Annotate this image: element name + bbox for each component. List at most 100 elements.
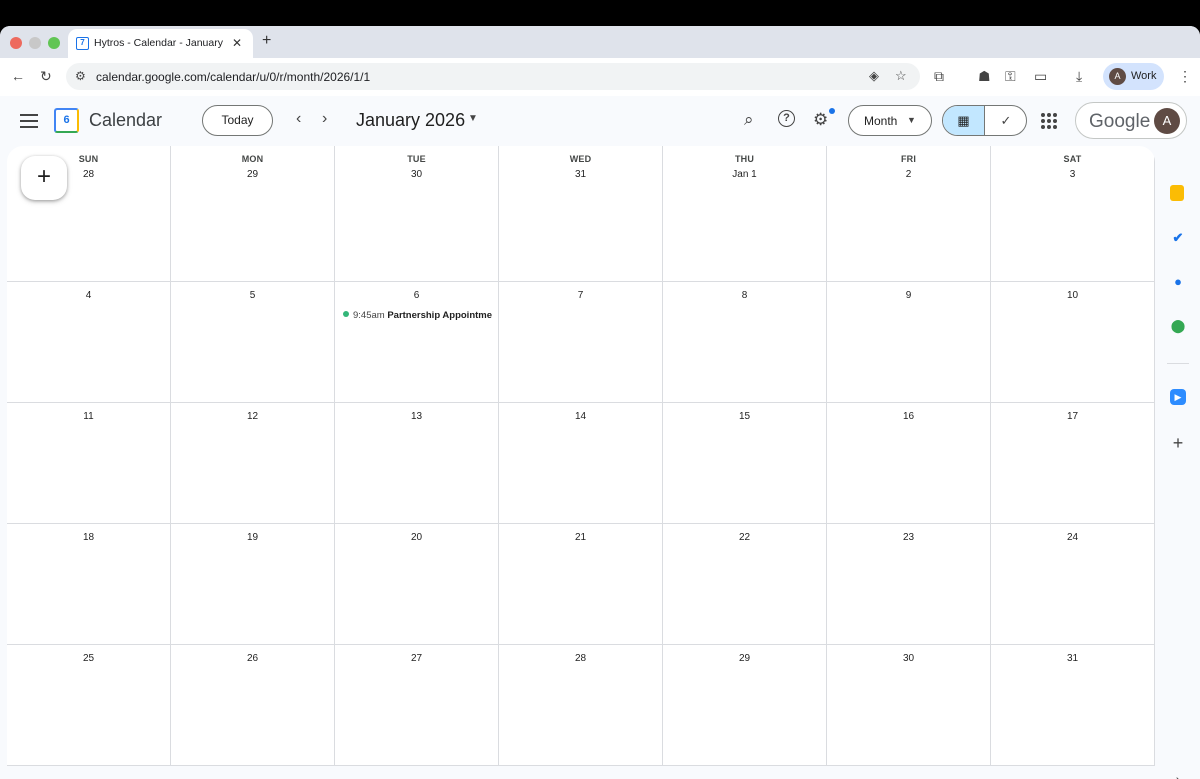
get-addons-icon[interactable]: + [1170, 433, 1186, 453]
site-info-icon[interactable]: ⚙ [75, 69, 86, 83]
day-number[interactable]: 6 [335, 290, 498, 301]
help-icon[interactable]: ? [778, 110, 795, 127]
day-cell[interactable]: 8 [663, 282, 827, 403]
day-cell[interactable]: 31 [991, 645, 1155, 766]
browser-menu-icon[interactable]: ⋮ [1178, 68, 1192, 85]
day-number[interactable]: 27 [335, 653, 498, 664]
next-month-icon[interactable]: › [322, 110, 327, 128]
bookmark-star-icon[interactable]: ☆ [895, 68, 907, 84]
day-number[interactable]: 30 [827, 653, 990, 664]
day-number[interactable]: 22 [663, 532, 826, 543]
back-icon[interactable]: ← [11, 68, 25, 84]
day-number[interactable]: 8 [663, 290, 826, 301]
reload-icon[interactable]: ↻ [40, 68, 52, 85]
password-key-icon[interactable]: ⚿ [1005, 68, 1016, 85]
day-cell[interactable]: 21 [499, 524, 663, 645]
day-number[interactable]: 25 [7, 653, 170, 664]
day-cell[interactable]: 7 [499, 282, 663, 403]
contacts-icon[interactable]: ● [1170, 274, 1186, 290]
day-cell[interactable]: 28 [499, 645, 663, 766]
url-text[interactable]: calendar.google.com/calendar/u/0/r/month… [96, 70, 370, 84]
day-number[interactable]: 11 [7, 411, 170, 422]
day-cell[interactable]: FRI 2 [827, 146, 991, 282]
zoom-icon[interactable]: ▶ [1170, 389, 1186, 405]
day-number[interactable]: 28 [499, 653, 662, 664]
day-cell[interactable]: 13 [335, 403, 499, 524]
event-chip[interactable]: 9:45am Partnership Appointme [343, 310, 495, 324]
previous-month-icon[interactable]: ‹ [296, 110, 301, 128]
day-cell[interactable]: 26 [171, 645, 335, 766]
view-switcher-button[interactable]: Month ▼ [848, 105, 932, 136]
day-number[interactable]: Jan 1 [663, 169, 826, 180]
day-number[interactable]: 10 [991, 290, 1154, 301]
create-event-button[interactable]: + [21, 156, 67, 200]
maps-icon[interactable]: ⬤ [1170, 318, 1186, 334]
day-number[interactable]: 23 [827, 532, 990, 543]
incognito-icon[interactable]: ☗ [978, 68, 991, 85]
day-cell[interactable]: TUE 30 [335, 146, 499, 282]
day-number[interactable]: 3 [991, 169, 1154, 180]
today-button[interactable]: Today [202, 105, 273, 136]
lens-icon[interactable]: ◈ [869, 68, 879, 84]
day-cell[interactable]: 18 [7, 524, 171, 645]
day-cell[interactable]: 4 [7, 282, 171, 403]
google-apps-icon[interactable] [1041, 113, 1057, 129]
month-picker-caret-icon[interactable]: ▼ [468, 113, 478, 124]
day-cell[interactable]: 24 [991, 524, 1155, 645]
day-cell[interactable]: 6 9:45am Partnership Appointme [335, 282, 499, 403]
day-number[interactable]: 21 [499, 532, 662, 543]
day-cell[interactable]: 29 [663, 645, 827, 766]
day-cell[interactable]: 19 [171, 524, 335, 645]
day-number[interactable]: 2 [827, 169, 990, 180]
tasks-icon[interactable]: ✔ [1170, 230, 1186, 246]
day-cell[interactable]: 15 [663, 403, 827, 524]
tab-search-icon[interactable]: ▭ [1034, 68, 1047, 85]
settings-gear-icon[interactable]: ⚙ [813, 110, 828, 130]
day-number[interactable]: 7 [499, 290, 662, 301]
day-number[interactable]: 26 [171, 653, 334, 664]
day-number[interactable]: 14 [499, 411, 662, 422]
profile-chip[interactable]: A Work [1103, 63, 1164, 90]
maximize-window-button[interactable] [48, 37, 60, 49]
month-title[interactable]: January 2026 [356, 110, 465, 131]
day-cell[interactable]: 17 [991, 403, 1155, 524]
day-cell[interactable]: 14 [499, 403, 663, 524]
day-cell[interactable]: 10 [991, 282, 1155, 403]
download-icon[interactable]: ⤓ [1076, 68, 1082, 85]
minimize-window-button[interactable] [29, 37, 41, 49]
day-cell[interactable]: 12 [171, 403, 335, 524]
calendar-view-icon[interactable]: ▦ [943, 106, 985, 135]
tasks-view-icon[interactable]: ✓ [985, 106, 1026, 135]
day-cell[interactable]: MON 29 [171, 146, 335, 282]
browser-tab-calendar[interactable]: 7 Hytros - Calendar - January 2026 ✕ [68, 29, 253, 58]
day-number[interactable]: 19 [171, 532, 334, 543]
keep-icon[interactable] [1170, 185, 1184, 201]
day-cell[interactable]: WED 31 [499, 146, 663, 282]
search-icon[interactable]: ⌕ [744, 110, 754, 130]
main-menu-icon[interactable] [20, 114, 38, 128]
day-number[interactable]: 29 [663, 653, 826, 664]
day-number[interactable]: 31 [991, 653, 1154, 664]
google-account-chip[interactable]: Google A [1075, 102, 1187, 139]
day-number[interactable]: 18 [7, 532, 170, 543]
day-number[interactable]: 15 [663, 411, 826, 422]
day-cell[interactable]: 11 [7, 403, 171, 524]
day-number[interactable]: 4 [7, 290, 170, 301]
tab-close-icon[interactable]: ✕ [232, 36, 242, 50]
day-cell[interactable]: 22 [663, 524, 827, 645]
day-number[interactable]: 13 [335, 411, 498, 422]
day-cell[interactable]: 27 [335, 645, 499, 766]
day-number[interactable]: 16 [827, 411, 990, 422]
extensions-icon[interactable]: ⧉ [934, 68, 944, 85]
day-cell[interactable]: THU Jan 1 [663, 146, 827, 282]
day-cell[interactable]: 23 [827, 524, 991, 645]
day-number[interactable]: 29 [171, 169, 334, 180]
day-number[interactable]: 9 [827, 290, 990, 301]
day-number[interactable]: 5 [171, 290, 334, 301]
address-bar[interactable]: ⚙ calendar.google.com/calendar/u/0/r/mon… [66, 63, 920, 90]
day-cell[interactable]: 20 [335, 524, 499, 645]
day-number[interactable]: 17 [991, 411, 1154, 422]
new-tab-icon[interactable]: + [262, 32, 271, 50]
day-cell[interactable]: SAT 3 [991, 146, 1155, 282]
day-cell[interactable]: 9 [827, 282, 991, 403]
